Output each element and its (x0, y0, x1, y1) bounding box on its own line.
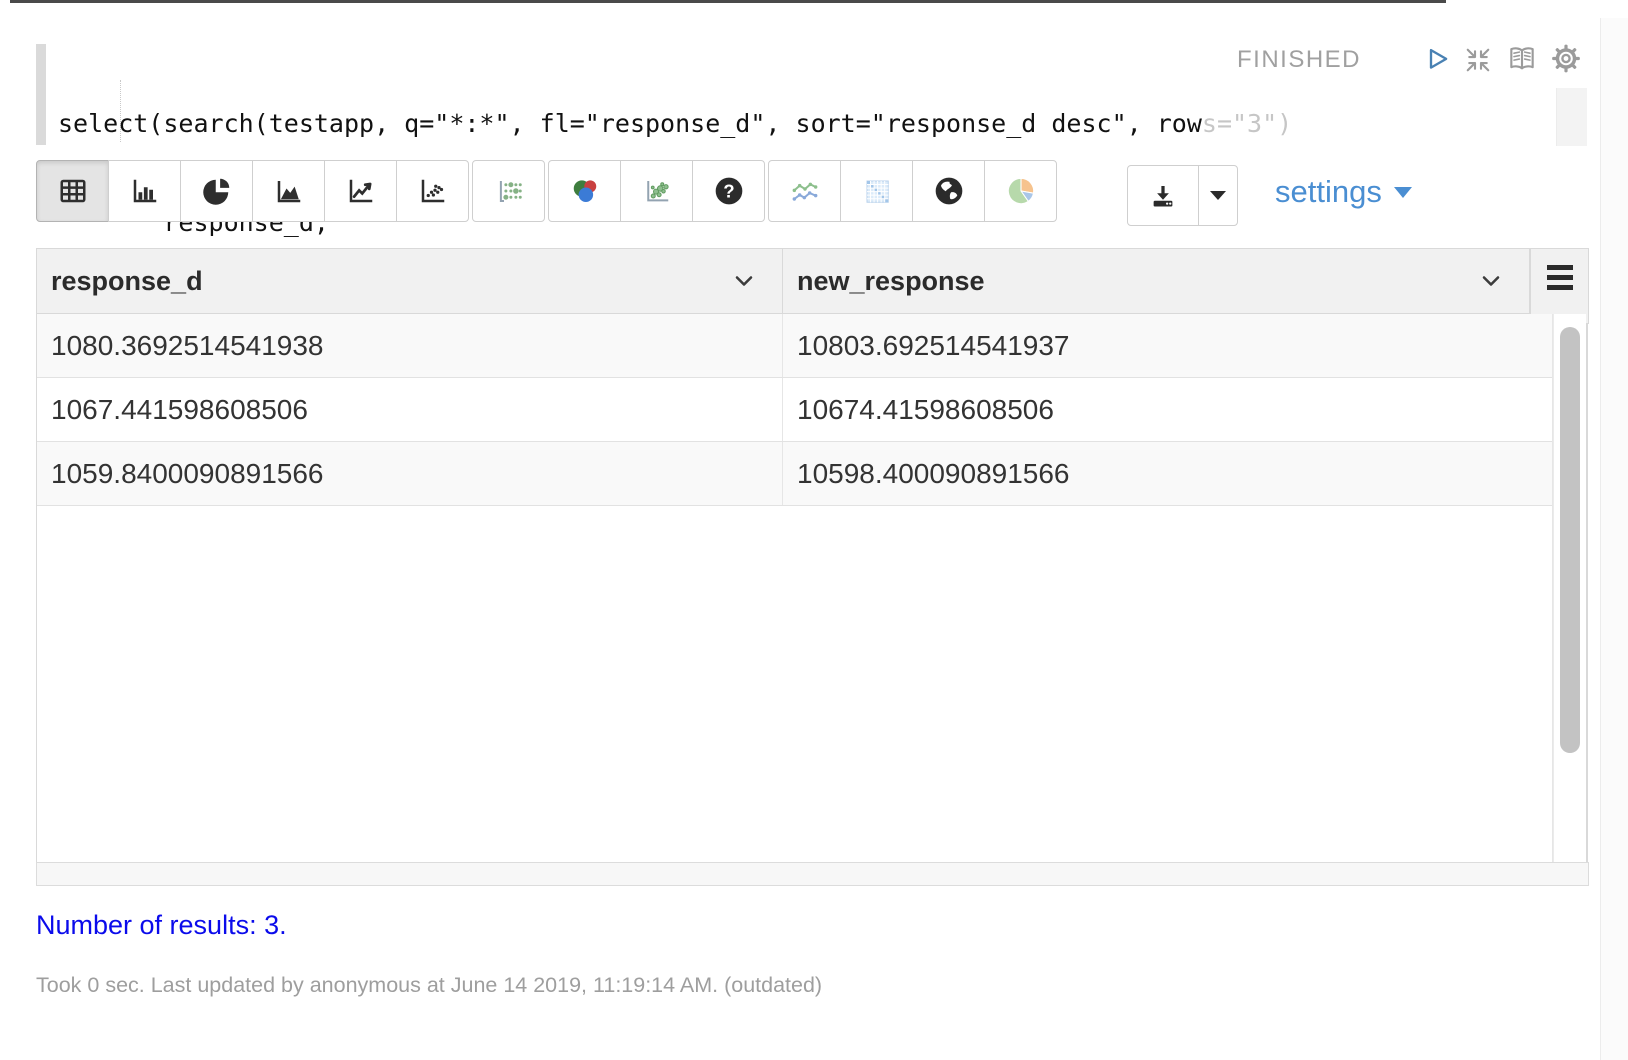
cell-new_response: 10803.692514541937 (783, 314, 1552, 377)
show-editor-button[interactable] (1506, 42, 1538, 74)
download-icon (1148, 181, 1178, 211)
table-row: 1067.441598608506 10674.41598608506 (37, 378, 1552, 442)
download-split-button (1127, 165, 1238, 226)
multi-line-chart-icon (789, 175, 821, 207)
table-row: 1080.3692514541938 10803.692514541937 (37, 314, 1552, 378)
caret-down-icon (1210, 191, 1226, 200)
area-chart-icon (274, 176, 304, 206)
svg-text:?: ? (723, 181, 734, 202)
column-label: new_response (797, 266, 985, 297)
settings-label: settings (1275, 174, 1382, 210)
globe-icon (933, 175, 965, 207)
cell-new_response: 10674.41598608506 (783, 378, 1552, 441)
cell-response_d: 1067.441598608506 (37, 378, 783, 441)
column-label: response_d (51, 266, 203, 297)
table-icon (58, 176, 88, 206)
column-header-new_response[interactable]: new_response (782, 248, 1530, 314)
viz-button-scatter-green[interactable] (620, 160, 693, 222)
viz-button-area-chart[interactable] (252, 160, 325, 222)
cell-response_d: 1080.3692514541938 (37, 314, 783, 377)
viz-button-bubble-grid[interactable] (472, 160, 545, 222)
viz-toolbar: ? (36, 160, 1060, 222)
download-button[interactable] (1127, 165, 1199, 226)
bubble-grid-icon (494, 176, 524, 206)
viz-button-heatmap[interactable] (840, 160, 913, 222)
viz-button-bar-chart[interactable] (108, 160, 181, 222)
chevron-down-icon[interactable] (730, 267, 758, 295)
status-badge: FINISHED (1237, 46, 1361, 74)
page-scrollbar-track[interactable] (1600, 18, 1628, 1060)
scatter-icon (418, 176, 448, 206)
viz-button-pie-chart[interactable] (180, 160, 253, 222)
result-table: response_d new_response 1080.36925145419… (36, 248, 1589, 886)
code-line-1: select(search(testapp, q="*:*", fl="resp… (58, 107, 1292, 140)
table-right-border (1586, 324, 1588, 862)
chevron-down-icon[interactable] (1477, 267, 1505, 295)
editor-scrollbar[interactable] (1556, 88, 1587, 146)
download-options-button[interactable] (1198, 165, 1238, 226)
viz-button-scatter-chart[interactable] (396, 160, 469, 222)
viz-button-help[interactable]: ? (692, 160, 765, 222)
viz-button-table[interactable] (36, 160, 109, 222)
paragraph-settings-button[interactable] (1550, 42, 1582, 74)
viz-button-line-chart[interactable] (324, 160, 397, 222)
venn-diagram-icon (570, 176, 600, 206)
table-body: 1080.3692514541938 10803.692514541937 10… (36, 314, 1553, 862)
settings-caret-icon (1394, 187, 1412, 198)
zeppelin-paragraph: select(search(testapp, q="*:*", fl="resp… (0, 0, 1628, 1060)
viz-button-pie-pastel[interactable] (984, 160, 1057, 222)
bar-chart-icon (130, 176, 160, 206)
table-row: 1059.8400090891566 10598.400090891566 (37, 442, 1552, 506)
code-line-1-faded: s="3") (1202, 109, 1292, 138)
heatmap-icon (862, 176, 892, 206)
paragraph-top-border (10, 0, 1446, 3)
viz-button-multi-line[interactable] (768, 160, 841, 222)
pie-chart-icon (202, 176, 232, 206)
cell-new_response: 10598.400090891566 (783, 442, 1552, 505)
viz-button-venn[interactable] (548, 160, 621, 222)
question-icon: ? (713, 175, 745, 207)
run-button[interactable] (1422, 44, 1454, 76)
line-chart-icon (346, 176, 376, 206)
scatter-green-icon (642, 176, 672, 206)
active-paragraph-bar (36, 44, 46, 145)
pie-pastel-icon (1005, 175, 1037, 207)
table-menu-button[interactable] (1530, 248, 1589, 324)
cell-response_d: 1059.8400090891566 (37, 442, 783, 505)
shrink-icon (1463, 45, 1493, 75)
viz-button-globe[interactable] (912, 160, 985, 222)
table-scrollbar-thumb[interactable] (1560, 327, 1580, 753)
play-icon (1424, 46, 1452, 74)
table-scrollbar-track[interactable] (1553, 314, 1586, 862)
paragraph-status-line: Took 0 sec. Last updated by anonymous at… (36, 973, 822, 998)
results-summary: Number of results: 3. (36, 910, 287, 941)
table-footer-strip (36, 862, 1589, 886)
settings-toggle[interactable]: settings (1275, 174, 1412, 210)
book-icon (1506, 42, 1538, 75)
shrink-editor-button[interactable] (1462, 44, 1494, 76)
gear-icon (1550, 42, 1582, 75)
column-header-response_d[interactable]: response_d (36, 248, 783, 314)
